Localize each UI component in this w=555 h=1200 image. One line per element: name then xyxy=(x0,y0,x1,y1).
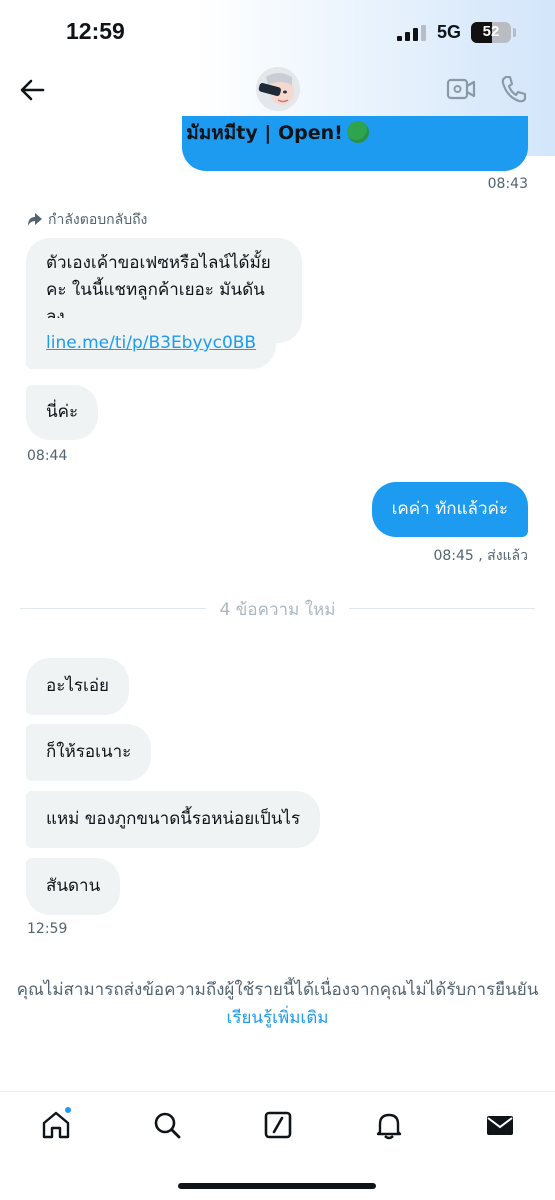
new-messages-label: 4 ข้อความ ใหม่ xyxy=(0,596,555,623)
incoming-message-bubble[interactable]: อะไรเอ่ย xyxy=(26,658,130,715)
message-status: 08:45 , ส่งแล้ว xyxy=(433,548,528,564)
status-bar: 12:59 5G 52 xyxy=(0,0,555,62)
search-icon xyxy=(154,1112,181,1139)
display-name: มัมหมีty | Open! xyxy=(186,122,343,144)
message-link[interactable]: line.me/ti/p/B3Ebyyc0BB xyxy=(46,333,256,353)
message-text: เคค่า ทักแล้วค่ะ xyxy=(391,499,508,519)
incoming-message-bubble[interactable]: นี่ค่ะ xyxy=(26,385,99,440)
message-time: 12:59 xyxy=(27,921,68,937)
reply-indicator: กำลังตอบกลับถึง xyxy=(27,209,147,231)
back-arrow-icon[interactable] xyxy=(18,76,46,104)
message-text: ก็ให้รอเนาะ xyxy=(46,742,132,762)
notice-text: คุณไม่สามารถส่งข้อความถึงผู้ใช้รายนี้ได้… xyxy=(16,980,539,1000)
new-messages-text: 4 ข้อความ ใหม่ xyxy=(205,600,350,620)
home-indicator xyxy=(178,1183,376,1189)
grok-icon xyxy=(264,1111,292,1139)
incoming-message-bubble[interactable]: แหม่ ของภูกขนาดนี้รอหน่อยเป็นไร xyxy=(26,791,321,848)
outgoing-message-bubble[interactable]: เคค่า ทักแล้วค่ะ xyxy=(371,482,528,537)
network-label: 5G xyxy=(437,22,462,42)
battery-icon: 52 xyxy=(471,22,511,43)
message-time: 08:44 xyxy=(27,448,68,464)
tab-notifications[interactable] xyxy=(373,1109,405,1141)
notification-dot xyxy=(64,1106,72,1114)
tab-grok[interactable] xyxy=(262,1109,294,1141)
incoming-link-bubble[interactable]: line.me/ti/p/B3Ebyyc0BB xyxy=(26,318,277,369)
message-text: แหม่ ของภูกขนาดนี้รอหน่อยเป็นไร xyxy=(46,809,301,829)
tab-home[interactable] xyxy=(40,1106,72,1141)
reply-label: กำลังตอบกลับถึง xyxy=(48,212,148,228)
phone-icon[interactable] xyxy=(499,74,527,104)
tab-search[interactable] xyxy=(151,1109,183,1141)
header-name[interactable]: มัมหมีty | Open! xyxy=(0,118,555,148)
message-text: นี่ค่ะ xyxy=(46,402,79,422)
reply-arrow-icon xyxy=(28,213,42,226)
message-text: สันดาน xyxy=(46,876,101,896)
incoming-message-bubble[interactable]: สันดาน xyxy=(26,858,121,915)
signal-icon xyxy=(397,25,426,41)
message-time: 08:43 xyxy=(487,176,528,192)
avatar[interactable] xyxy=(256,67,300,111)
conversation-header: มัมหมีty | Open! xyxy=(0,62,555,156)
tab-messages[interactable] xyxy=(484,1109,516,1141)
battery-level: 52 xyxy=(482,23,500,40)
learn-more-link[interactable]: เรียนรู้เพิ่มเติม xyxy=(227,1008,329,1028)
cannot-message-notice: คุณไม่สามารถส่งข้อความถึงผู้ใช้รายนี้ได้… xyxy=(14,976,541,1032)
video-call-icon[interactable] xyxy=(446,75,476,103)
status-time: 12:59 xyxy=(66,18,125,44)
bell-icon xyxy=(376,1113,402,1140)
message-list[interactable]: 08:43 กำลังตอบกลับถึง ตัวเองเค้าขอเฟซหรื… xyxy=(0,116,555,1091)
message-text: อะไรเอ่ย xyxy=(46,676,110,696)
incoming-message-bubble[interactable]: ก็ให้รอเนาะ xyxy=(26,724,152,781)
battery-nub xyxy=(513,28,516,37)
message-text: ตัวเองเค้าขอเฟซหรือไลน์ได้มั้ยคะ ในนี้แช… xyxy=(46,253,271,327)
green-circle-icon xyxy=(346,121,369,143)
mail-icon xyxy=(487,1116,513,1135)
avatar-image xyxy=(256,67,300,111)
